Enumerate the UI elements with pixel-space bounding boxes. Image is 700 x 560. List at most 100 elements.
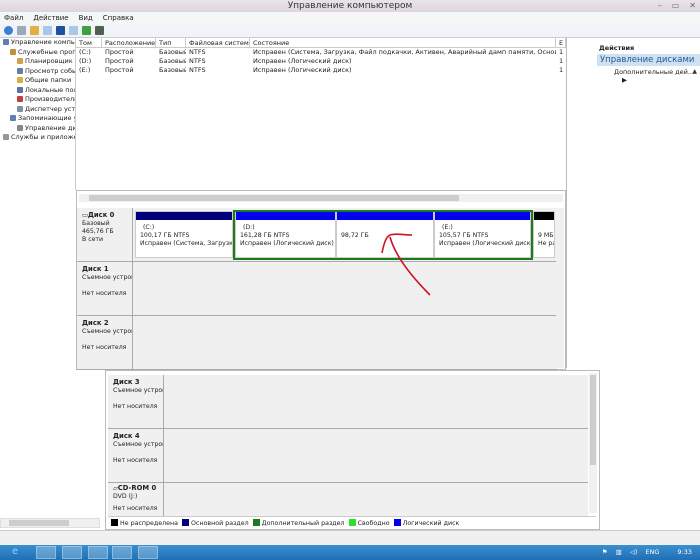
menu-help[interactable]: Справка <box>103 12 134 24</box>
disk-row-1[interactable]: Диск 1Съемное устройство Нет носителя <box>77 262 557 316</box>
table-cell: Базовый <box>159 66 186 74</box>
explorer-icon[interactable] <box>36 546 56 559</box>
disk-row-3[interactable]: Диск 3Съемное устройство Нет носителя <box>108 375 588 429</box>
scroll-thumb[interactable] <box>9 520 69 526</box>
tree-item-label: Просмотр событий <box>25 66 75 75</box>
computer-management-task-icon[interactable] <box>138 546 158 559</box>
table-cell: (D:) <box>79 57 92 65</box>
menu-view[interactable]: Вид <box>79 12 93 24</box>
table-row[interactable]: (E:) Простой Базовый NTFS Исправен (Логическ… <box>76 66 566 75</box>
col-type[interactable]: Тип <box>156 38 186 47</box>
table-row[interactable]: (D:) Простой Базовый NTFS Исправен (Логическ… <box>76 57 566 66</box>
disk-row-cdrom[interactable]: ▱CD-ROM 0 DVD (J:) Нет носителя <box>108 483 588 516</box>
show-pane-icon[interactable] <box>69 26 78 35</box>
disk-status: Нет носителя <box>113 457 158 464</box>
legend-label: Основной раздел <box>191 519 249 527</box>
menu-file[interactable]: Файл <box>4 12 23 24</box>
action-more-actions[interactable]: Дополнительные дей... ▶ <box>614 68 700 84</box>
partition[interactable]: (D:) 161,28 ГБ NTFS Исправен (Логический д… <box>235 211 336 258</box>
table-cell: NTFS <box>189 57 206 65</box>
table-cell: 1 <box>559 48 564 56</box>
tree-item[interactable]: Запоминающие устройства <box>0 114 75 124</box>
col-status[interactable]: Состояние <box>250 38 556 47</box>
ie-icon[interactable]: e <box>12 546 32 559</box>
table-cell: Базовый <box>159 48 186 56</box>
disk-row-0[interactable]: ▭Диск 0 Базовый 465,76 ГБ В сети (C:) 100… <box>77 208 557 262</box>
language-indicator[interactable]: ENG <box>645 545 659 560</box>
disk-label[interactable]: Диск 2Съемное устройство Нет носителя <box>77 316 133 369</box>
tree-item[interactable]: Службы и приложения <box>0 133 75 143</box>
paint-icon[interactable] <box>112 546 132 559</box>
table-cell: Базовый <box>159 57 186 65</box>
table-cell: NTFS <box>189 66 206 74</box>
forward-icon[interactable] <box>17 26 26 35</box>
partition-color-bar <box>534 212 554 220</box>
table-cell: Исправен (Система, Загрузка, Файл подкач… <box>253 48 556 56</box>
tree-item[interactable]: Управление компьютером <box>0 38 75 48</box>
action-disk-management[interactable]: Управление дисками ▲ <box>597 54 700 75</box>
app-icon[interactable] <box>88 546 108 559</box>
more-actions-label: Дополнительные дей... <box>614 68 695 76</box>
up-folder-icon[interactable] <box>30 26 39 35</box>
partition-size: 100,17 ГБ NTFS <box>140 232 190 239</box>
tree-item[interactable]: Служебные программы <box>0 48 75 58</box>
tree-horizontal-scrollbar[interactable] <box>0 518 100 528</box>
col-filesystem[interactable]: Файловая система <box>186 38 250 47</box>
disk-status: Нет носителя <box>113 403 158 410</box>
tree-item[interactable]: Производительность <box>0 95 75 105</box>
submenu-arrow-icon: ▶ <box>622 76 627 84</box>
partition-size: 161,28 ГБ NTFS <box>240 232 290 239</box>
partition[interactable]: 9 МБНе распределена <box>533 211 555 258</box>
back-icon[interactable] <box>4 26 13 35</box>
minimize-button[interactable]: – <box>658 0 662 12</box>
partition-color-bar <box>435 212 530 220</box>
table-cell: (E:) <box>79 66 91 74</box>
maximize-button[interactable]: ▭ <box>672 0 680 12</box>
close-button[interactable]: ✕ <box>689 0 696 12</box>
table-cell: 1 <box>559 57 564 65</box>
disk-label[interactable]: ▭Диск 0 Базовый 465,76 ГБ В сети <box>77 208 133 261</box>
disk-label[interactable]: Диск 4Съемное устройство Нет носителя <box>108 429 164 482</box>
horizontal-scrollbar[interactable] <box>79 194 563 202</box>
show-hide-tree-icon[interactable] <box>43 26 52 35</box>
disk-label[interactable]: Диск 1Съемное устройство Нет носителя <box>77 262 133 315</box>
disk-row-4[interactable]: Диск 4Съемное устройство Нет носителя <box>108 429 588 483</box>
partition-size: 9 МБ <box>538 232 554 239</box>
disk-row-2[interactable]: Диск 2Съемное устройство Нет носителя <box>77 316 557 370</box>
chrome-icon[interactable] <box>62 546 82 559</box>
disk-label[interactable]: Диск 3Съемное устройство Нет носителя <box>108 375 164 428</box>
tree-item[interactable]: Локальные пользователи <box>0 86 75 96</box>
col-volume[interactable]: Том <box>76 38 102 47</box>
vertical-scrollbar[interactable] <box>556 208 564 368</box>
vertical-scrollbar[interactable] <box>589 373 597 513</box>
disk-label[interactable]: ▱CD-ROM 0 DVD (J:) Нет носителя <box>108 483 164 516</box>
col-layout[interactable]: Расположение <box>102 38 156 47</box>
scroll-thumb[interactable] <box>89 195 459 201</box>
table-row[interactable]: (C:) Простой Базовый NTFS Исправен (Система,… <box>76 48 566 57</box>
tree-item-label: Управление компьютером <box>11 38 75 46</box>
tree-item[interactable]: Управление дисками <box>0 124 75 134</box>
tree-item[interactable]: Диспетчер устройств <box>0 105 75 115</box>
refresh-icon[interactable] <box>82 26 91 35</box>
menu-action[interactable]: Действие <box>33 12 68 24</box>
partition-label: (E:) <box>442 224 453 231</box>
tree-item[interactable]: Просмотр событий <box>0 67 75 77</box>
disk-name: Диск 4 <box>113 432 140 440</box>
table-cell: 1 <box>559 66 564 74</box>
scroll-thumb[interactable] <box>590 375 596 465</box>
navigation-tree: Управление компьютером Служебные программ… <box>0 38 76 190</box>
legend-label: Не распределена <box>120 519 179 527</box>
clock[interactable]: 9:33 <box>677 545 692 560</box>
network-icon[interactable]: ▥ <box>616 545 622 560</box>
partition[interactable]: (C:) 100,17 ГБ NTFS Исправен (Система, Заг… <box>135 211 233 258</box>
tree-item[interactable]: Общие папки <box>0 76 75 86</box>
properties-icon[interactable] <box>95 26 104 35</box>
legend-swatch <box>348 518 356 526</box>
help-icon[interactable] <box>56 26 65 35</box>
tree-item-label: Локальные пользователи <box>25 85 75 94</box>
col-capacity[interactable]: Е <box>556 38 566 47</box>
tree-item[interactable]: Планировщик заданий <box>0 57 75 67</box>
table-cell: Исправен (Логический диск) <box>253 57 352 65</box>
flag-icon[interactable]: ⚑ <box>602 545 608 560</box>
volume-icon[interactable]: ◁) <box>630 545 638 560</box>
